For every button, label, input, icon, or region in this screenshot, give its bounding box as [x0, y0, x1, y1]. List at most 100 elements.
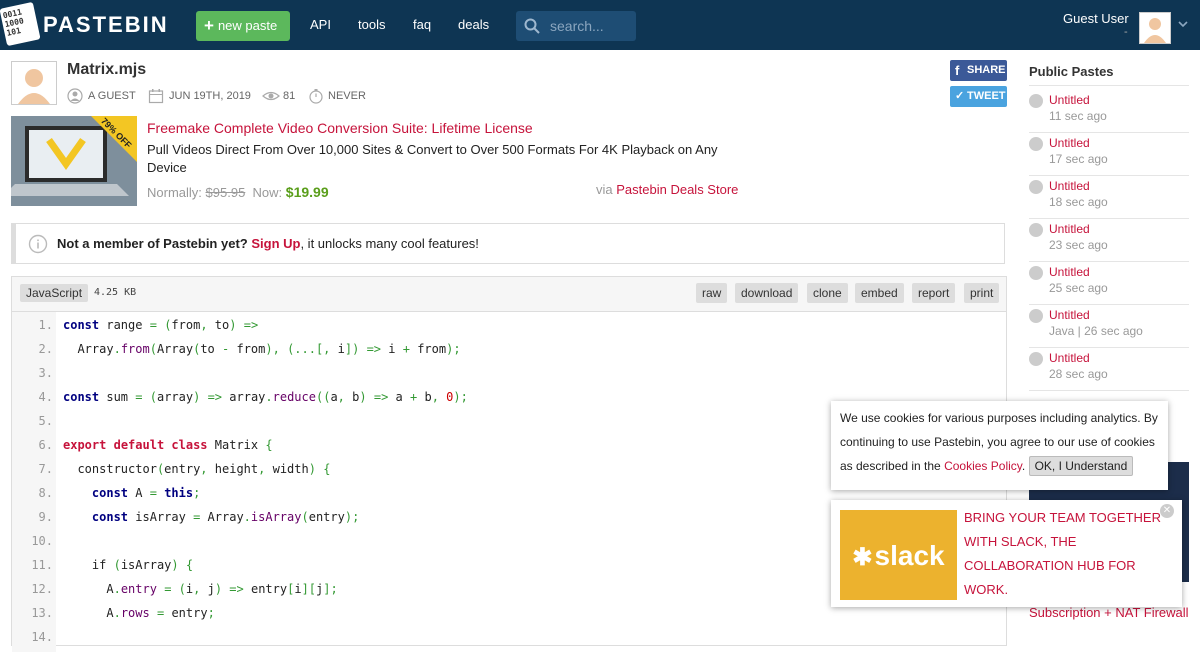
paste-author[interactable]: A GUEST [88, 90, 136, 102]
public-paste-link[interactable]: Untitled [1049, 308, 1090, 322]
paste-date: JUN 19TH, 2019 [169, 90, 251, 102]
public-paste-time: 17 sec ago [1049, 152, 1108, 166]
paste-size: 4.25 KB [94, 287, 137, 298]
chevron-down-icon[interactable] [1177, 18, 1189, 30]
public-paste-icon [1029, 352, 1043, 366]
facebook-icon: f [955, 63, 960, 78]
clone-button[interactable]: clone [807, 283, 848, 303]
notice-bold: Not a member of Pastebin yet? [57, 236, 248, 251]
print-button[interactable]: print [964, 283, 1000, 303]
slack-logo-image: ✱slack [840, 510, 957, 600]
line-number: 5. [38, 414, 53, 428]
public-paste-link[interactable]: Untitled [1049, 93, 1090, 107]
notice-rest: , it unlocks many cool features! [300, 236, 479, 251]
plus-icon: + [204, 16, 214, 35]
cookies-policy-link[interactable]: Cookies Policy [944, 459, 1022, 473]
facebook-share-button[interactable]: f SHARE [950, 60, 1007, 81]
user-icon [67, 88, 83, 104]
slack-wordmark: slack [874, 540, 945, 571]
nav-faq[interactable]: faq [413, 17, 431, 32]
line-number: 7. [38, 462, 53, 476]
nav-deals[interactable]: deals [458, 17, 489, 32]
ad-price: Normally: $95.95 Now: $19.99 [147, 184, 329, 200]
public-paste-link[interactable]: Untitled [1049, 265, 1090, 279]
report-button[interactable]: report [912, 283, 956, 303]
normally-label: Normally: [147, 185, 202, 200]
code-line: const range = (from, to) => [63, 318, 259, 332]
sidebar-divider [1029, 261, 1189, 262]
public-paste-time: 23 sec ago [1049, 238, 1108, 252]
slack-logo-text: ✱slack [840, 540, 957, 572]
nav-tools[interactable]: tools [358, 17, 385, 32]
close-icon[interactable]: ✕ [1160, 504, 1174, 518]
normally-price: $95.95 [205, 185, 246, 200]
pastebin-logo-icon[interactable]: 0011 1000 101 [0, 1, 41, 47]
calendar-icon [148, 89, 164, 104]
public-paste-time: 18 sec ago [1049, 195, 1108, 209]
cookie-ok-button[interactable]: OK, I Understand [1028, 456, 1134, 476]
public-pastes-title: Public Pastes [1029, 64, 1114, 79]
user-name[interactable]: Guest User [1063, 11, 1129, 26]
public-paste-link[interactable]: Untitled [1049, 351, 1090, 365]
author-avatar [11, 61, 57, 105]
ad-description: Pull Videos Direct From Over 10,000 Site… [147, 142, 718, 175]
language-badge[interactable]: JavaScript [20, 284, 89, 302]
deals-store-link[interactable]: Pastebin Deals Store [616, 182, 738, 197]
author-avatar-icon [12, 62, 56, 104]
sidebar-divider [1029, 390, 1189, 391]
notice-text: Not a member of Pastebin yet? Sign Up, i… [57, 236, 479, 251]
new-paste-button[interactable]: + new paste [196, 11, 290, 41]
line-number: 9. [38, 510, 53, 524]
tweet-label: TWEET [967, 90, 1006, 102]
via-label: via [596, 182, 613, 197]
sidebar-ad-link[interactable]: Subscription + NAT Firewall [1029, 605, 1189, 620]
stopwatch-icon [309, 89, 323, 104]
sidebar-divider [1029, 175, 1189, 176]
line-number: 13. [31, 606, 53, 620]
twitter-icon: ✓ [955, 90, 965, 102]
info-icon [28, 234, 48, 254]
public-paste-icon [1029, 180, 1043, 194]
download-button[interactable]: download [735, 283, 799, 303]
line-number: 1. [38, 318, 53, 332]
line-number: 8. [38, 486, 53, 500]
public-paste-link[interactable]: Untitled [1049, 136, 1090, 150]
embed-button[interactable]: embed [855, 283, 904, 303]
paste-title: Matrix.mjs [67, 61, 147, 78]
user-avatar-icon [1140, 13, 1170, 43]
line-number: 14. [31, 630, 53, 644]
user-sub: - [1124, 26, 1128, 38]
public-paste-icon [1029, 266, 1043, 280]
ad-title-link[interactable]: Freemake Complete Video Conversion Suite… [147, 120, 533, 136]
sidebar-divider [1029, 347, 1189, 348]
now-label: Now: [252, 185, 283, 200]
search-input[interactable] [548, 17, 634, 35]
sign-up-link[interactable]: Sign Up [251, 236, 300, 251]
line-number: 6. [38, 438, 53, 452]
ad-via: via Pastebin Deals Store [596, 182, 738, 197]
line-number: 10. [31, 534, 53, 548]
search-icon[interactable] [524, 18, 540, 34]
code-line: export default class Matrix { [63, 438, 273, 452]
code-line: A.entry = (i, j) => entry[i][j]; [106, 582, 338, 596]
new-paste-label: new paste [217, 18, 278, 33]
ad-product-image[interactable]: 79% OFF [11, 116, 137, 206]
nav-api[interactable]: API [310, 17, 331, 32]
public-paste-link[interactable]: Untitled [1049, 179, 1090, 193]
pastebin-logo-text[interactable]: PASTEBIN [43, 12, 169, 38]
code-line: const A = this; [91, 486, 201, 500]
twitter-tweet-button[interactable]: ✓ TWEET [950, 86, 1007, 107]
slack-ad[interactable]: ✱slack BRING YOUR TEAM TOGETHER WITH SLA… [831, 500, 1182, 607]
slack-hash-icon: ✱ [852, 544, 873, 571]
raw-button[interactable]: raw [696, 283, 728, 303]
public-paste-icon [1029, 309, 1043, 323]
public-paste-link[interactable]: Untitled [1049, 222, 1090, 236]
code-line: if (isArray) { [91, 558, 194, 572]
eye-icon [262, 91, 280, 101]
user-avatar[interactable] [1139, 12, 1171, 44]
line-gutter [12, 312, 56, 652]
signup-notice: Not a member of Pastebin yet? Sign Up, i… [11, 223, 1005, 264]
line-number: 4. [38, 390, 53, 404]
code-line: const sum = (array) => array.reduce((a, … [63, 390, 468, 404]
code-line: Array.from(Array(to - from), (...[, i]) … [77, 342, 461, 356]
